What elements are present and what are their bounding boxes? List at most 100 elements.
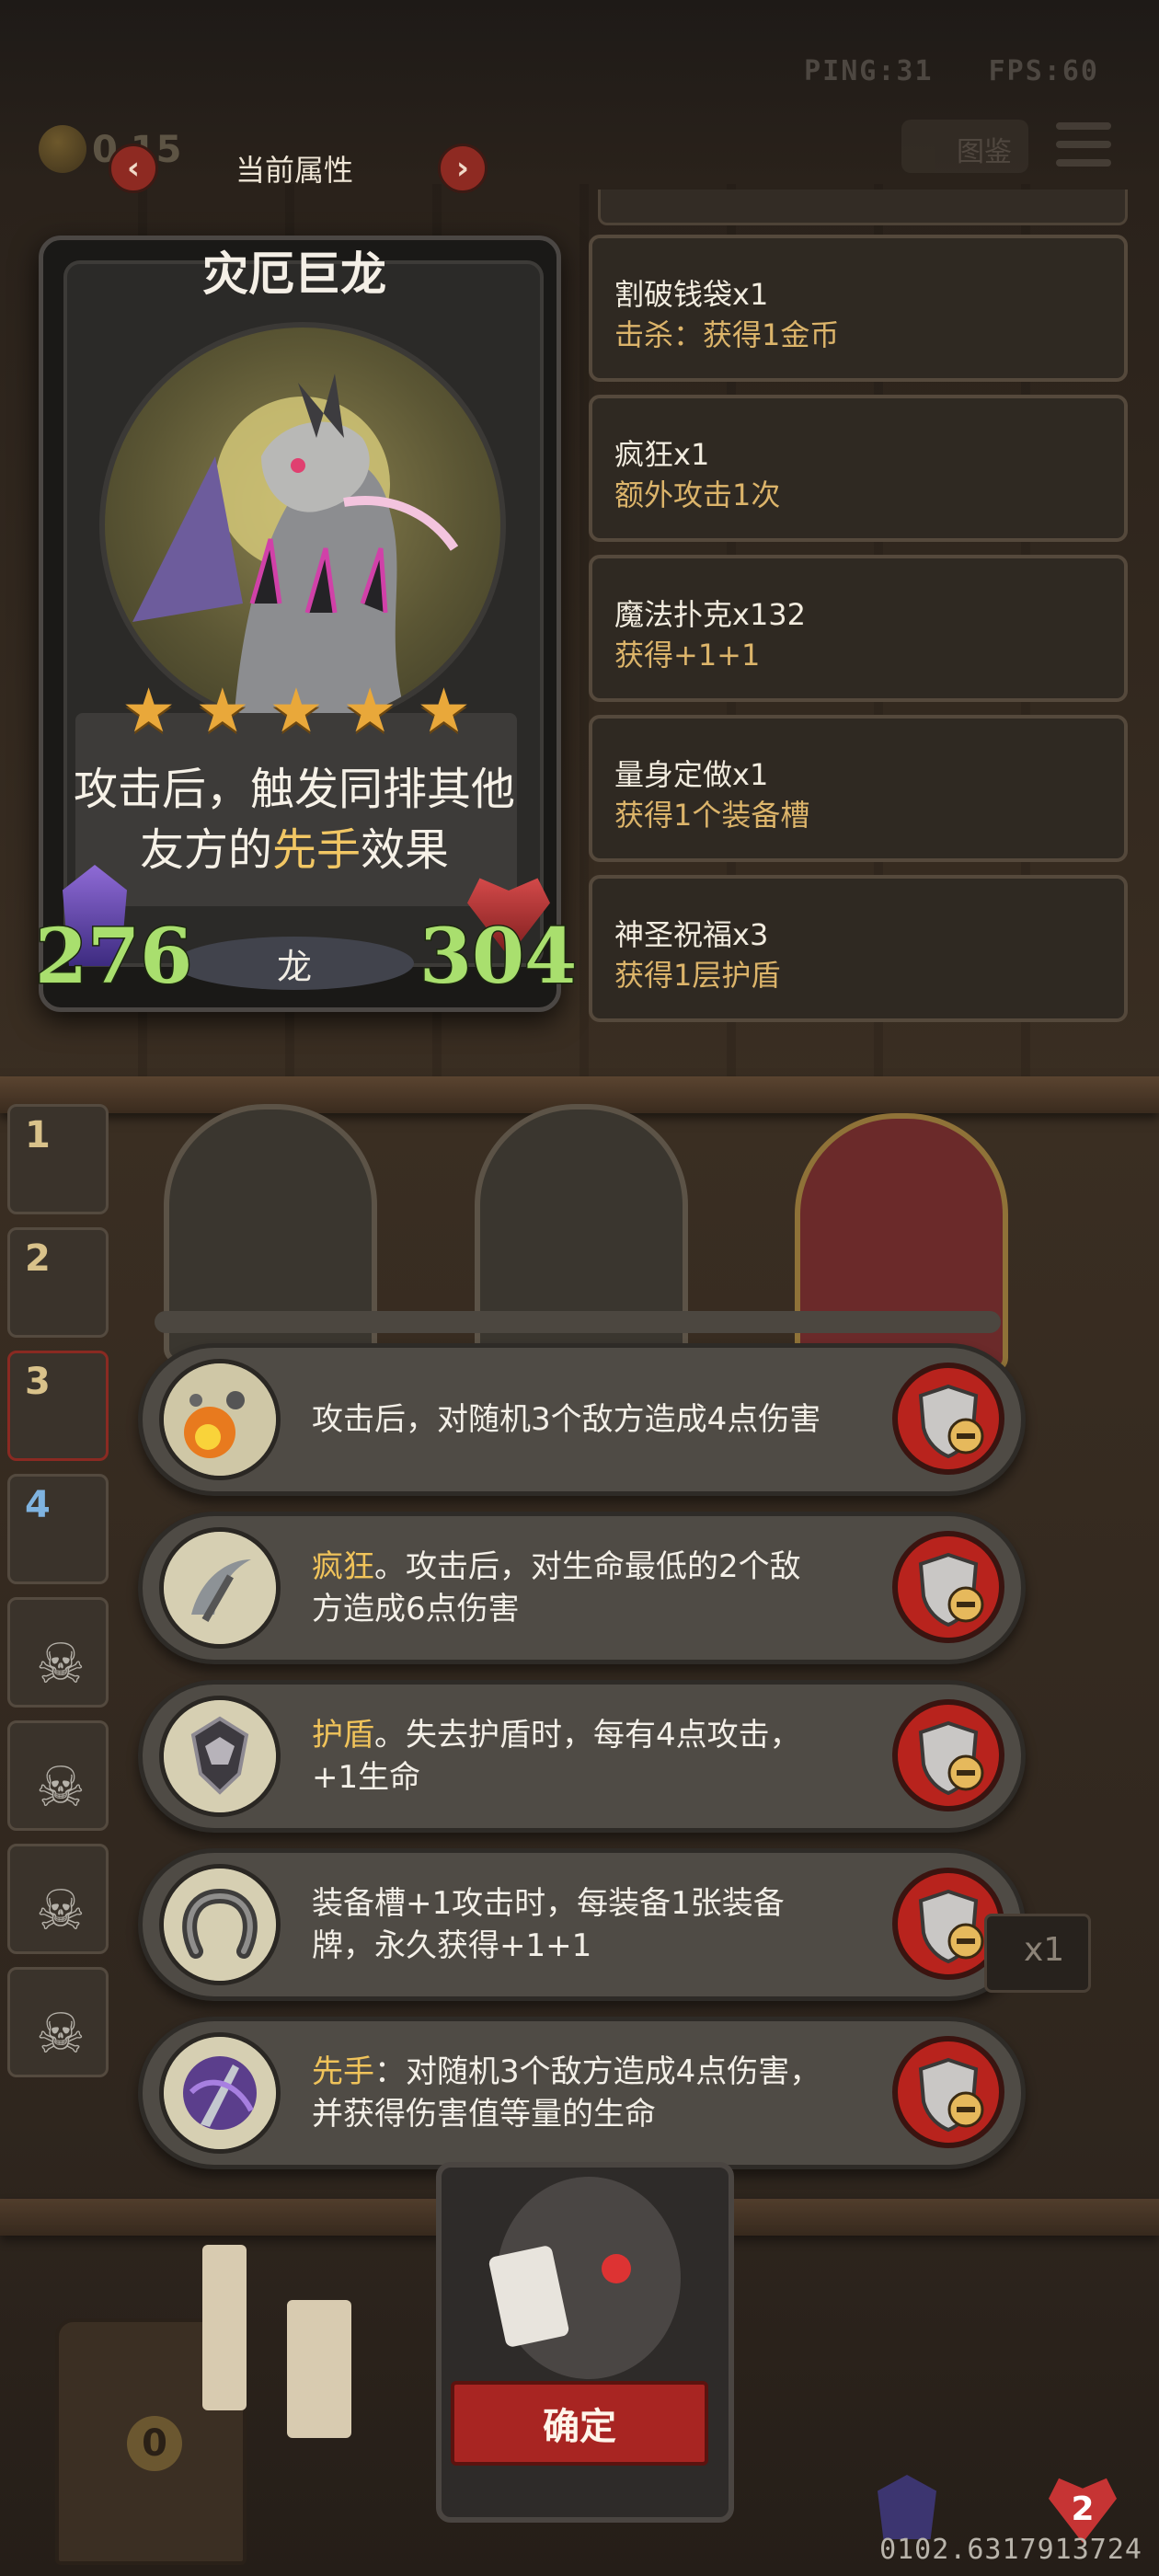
locked-slot: ☠ <box>7 1720 109 1831</box>
menu-icon[interactable] <box>1056 122 1111 174</box>
shield-minus-icon <box>918 1552 984 1627</box>
side-badge: x1 <box>984 1914 1091 1993</box>
skill-row: 先手：对随机3个敌方造成4点伤害，并获得伤害值等量的生命 <box>138 2017 1026 2169</box>
board-card[interactable] <box>795 1113 1008 1373</box>
opponent-card <box>436 2162 734 2523</box>
skill-text: 疯狂。攻击后，对生命最低的2个敌方造成6点伤害 <box>312 1516 827 1660</box>
skull-icon: ☠ <box>36 1879 86 1943</box>
star-icon: ★ <box>269 675 324 746</box>
effect-item: 魔法扑克x132 获得+1+1 <box>589 555 1128 702</box>
effect-desc: 额外攻击1次 <box>614 477 781 512</box>
page-title: 当前属性 <box>235 153 353 188</box>
chevron-right-icon: › <box>455 150 469 187</box>
card-desc-keyword: 先手 <box>271 824 361 876</box>
card-health: 304 <box>418 912 578 1003</box>
locked-slot: ☠ <box>7 1844 109 1954</box>
skill-text: 攻击后，对随机3个敌方造成4点伤害 <box>312 1348 827 1491</box>
team-slot[interactable]: 1 <box>7 1104 109 1214</box>
card-description: 攻击后，触发同排其他友方的先手效果 <box>64 759 524 880</box>
card-attack: 276 <box>33 912 193 1003</box>
skill-text: 护盾。失去护盾时，每有4点攻击，+1生命 <box>312 1685 827 1828</box>
confirm-button[interactable]: 确定 <box>451 2381 708 2466</box>
effect-desc: 获得+1+1 <box>614 638 761 673</box>
skill-row: 疯狂。攻击后，对生命最低的2个敌方造成6点伤害 <box>138 1512 1026 1664</box>
slot-number: 2 <box>25 1237 51 1280</box>
guide-label: 图鉴 <box>957 136 1012 168</box>
card-portrait <box>99 322 506 729</box>
dragon-shield-icon <box>159 1696 281 1817</box>
skull-dealer-icon <box>488 2177 681 2379</box>
hero-health: 2 <box>1071 2490 1095 2528</box>
shield-minus-icon <box>918 1384 984 1459</box>
fps-text: FPS:60 <box>988 55 1099 87</box>
skill-desc: ：对随机3个敌方造成4点伤害，并获得伤害值等量的生命 <box>312 2053 821 2133</box>
card-shelf-rail <box>155 1311 1001 1333</box>
effect-item: 割破钱袋x1 击杀：获得1金币 <box>589 235 1128 382</box>
explosion-icon <box>159 1359 281 1480</box>
skill-keyword: 护盾 <box>312 1717 374 1754</box>
shield-minus-icon <box>918 2057 984 2133</box>
effect-list-cap <box>598 190 1128 225</box>
shadow-dagger-icon <box>159 2032 281 2154</box>
chest-count: 0 <box>127 2416 182 2471</box>
gold-coin-icon <box>39 125 86 173</box>
card-name: 灾厄巨龙 <box>202 247 386 301</box>
effect-name: 疯狂x1 <box>614 437 710 472</box>
remove-skill-button[interactable] <box>892 1531 1004 1643</box>
effect-item: 量身定做x1 获得1个装备槽 <box>589 715 1128 862</box>
skull-icon: ☠ <box>36 2002 86 2066</box>
effect-name: 神圣祝福x3 <box>614 917 769 952</box>
skill-row: 装备槽+1攻击时，每装备1张装备牌，永久获得+1+1 <box>138 1848 1026 2001</box>
team-slot[interactable]: 2 <box>7 1227 109 1338</box>
effect-item: 疯狂x1 额外攻击1次 <box>589 395 1128 542</box>
card-desc-tail: 效果 <box>361 824 450 876</box>
slot-number: 4 <box>25 1484 51 1526</box>
effect-name: 量身定做x1 <box>614 757 769 792</box>
star-icon: ★ <box>121 675 177 746</box>
chevron-left-icon: ‹ <box>126 150 140 187</box>
effect-desc: 击杀：获得1金币 <box>614 317 840 352</box>
shield-minus-icon <box>918 1720 984 1796</box>
effect-name: 割破钱袋x1 <box>614 277 769 312</box>
skill-desc: 。攻击后，对生命最低的2个敌方造成6点伤害 <box>312 1548 801 1627</box>
star-icon: ★ <box>342 675 397 746</box>
dragon-icon <box>132 374 459 723</box>
skill-keyword: 先手 <box>312 2053 374 2090</box>
locked-slot: ☠ <box>7 1597 109 1708</box>
skill-row: 攻击后，对随机3个敌方造成4点伤害 <box>138 1343 1026 1496</box>
effect-name: 魔法扑克x132 <box>614 597 807 632</box>
star-icon: ★ <box>195 675 250 746</box>
prev-button[interactable]: ‹ <box>109 144 158 193</box>
candle <box>202 2245 247 2410</box>
next-button[interactable]: › <box>438 144 488 193</box>
team-slot[interactable]: 3 <box>7 1351 109 1461</box>
locked-slot: ☠ <box>7 1967 109 2077</box>
remove-skill-button[interactable] <box>892 1699 1004 1811</box>
skill-desc: 攻击后，对随机3个敌方造成4点伤害 <box>312 1401 821 1438</box>
card-stars: ★ ★ ★ ★ ★ <box>121 681 471 742</box>
effect-desc: 获得1层护盾 <box>614 958 781 993</box>
network-status: PING:31 FPS:60 <box>767 55 1099 87</box>
effect-item: 神圣祝福x3 获得1层护盾 <box>589 875 1128 1022</box>
skull-icon: ☠ <box>36 1632 86 1696</box>
side-badge-text: x1 <box>1024 1931 1065 1969</box>
slot-number: 3 <box>25 1361 51 1403</box>
remove-skill-button[interactable] <box>892 2036 1004 2148</box>
star-icon: ★ <box>416 675 471 746</box>
horseshoe-icon <box>159 1864 281 1985</box>
skill-desc: 。失去护盾时，每有4点攻击，+1生命 <box>312 1717 801 1796</box>
effect-desc: 获得1个装备槽 <box>614 798 810 833</box>
guide-button[interactable]: 图鉴 <box>901 120 1028 173</box>
skill-text: 先手：对随机3个敌方造成4点伤害，并获得伤害值等量的生命 <box>312 2021 827 2165</box>
remove-skill-button[interactable] <box>892 1363 1004 1475</box>
team-slot[interactable]: 4 <box>7 1474 109 1584</box>
card-type-label: 龙 <box>276 946 312 987</box>
ping-text: PING:31 <box>804 55 934 87</box>
scythe-icon <box>159 1527 281 1649</box>
card-type: 龙 <box>175 937 414 990</box>
candle <box>287 2300 351 2438</box>
skill-desc: 装备槽+1攻击时，每装备1张装备牌，永久获得+1+1 <box>312 1885 785 1964</box>
slot-number: 1 <box>25 1114 51 1156</box>
coordinate-readout: 0102.6317913724 <box>879 2534 1142 2566</box>
skull-icon: ☠ <box>36 1755 86 1820</box>
